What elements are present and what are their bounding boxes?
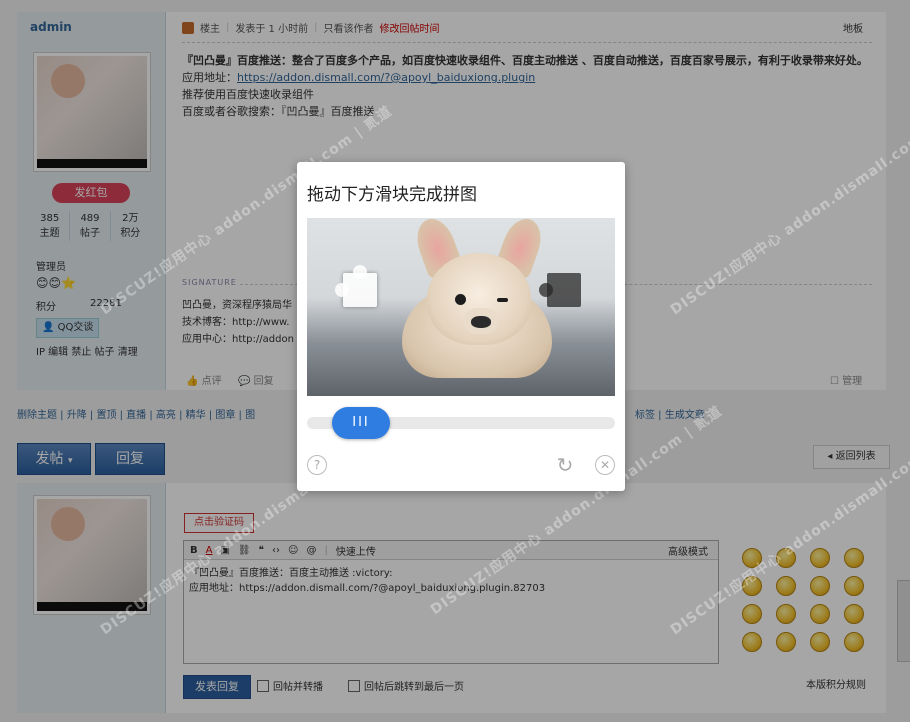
puzzle-piece (335, 265, 377, 307)
close-circle-icon[interactable]: ✕ (595, 455, 615, 475)
puzzle-slot (539, 273, 581, 307)
refresh-icon[interactable]: ↻ (555, 455, 575, 475)
question-circle-icon[interactable]: ? (307, 455, 327, 475)
captcha-title: 拖动下方滑块完成拼图 (307, 185, 477, 205)
puzzle-image (307, 218, 615, 396)
slider-handle[interactable]: III (332, 407, 390, 439)
slider-captcha-dialog: 拖动下方滑块完成拼图 III ? ↻ ✕ (297, 162, 625, 491)
